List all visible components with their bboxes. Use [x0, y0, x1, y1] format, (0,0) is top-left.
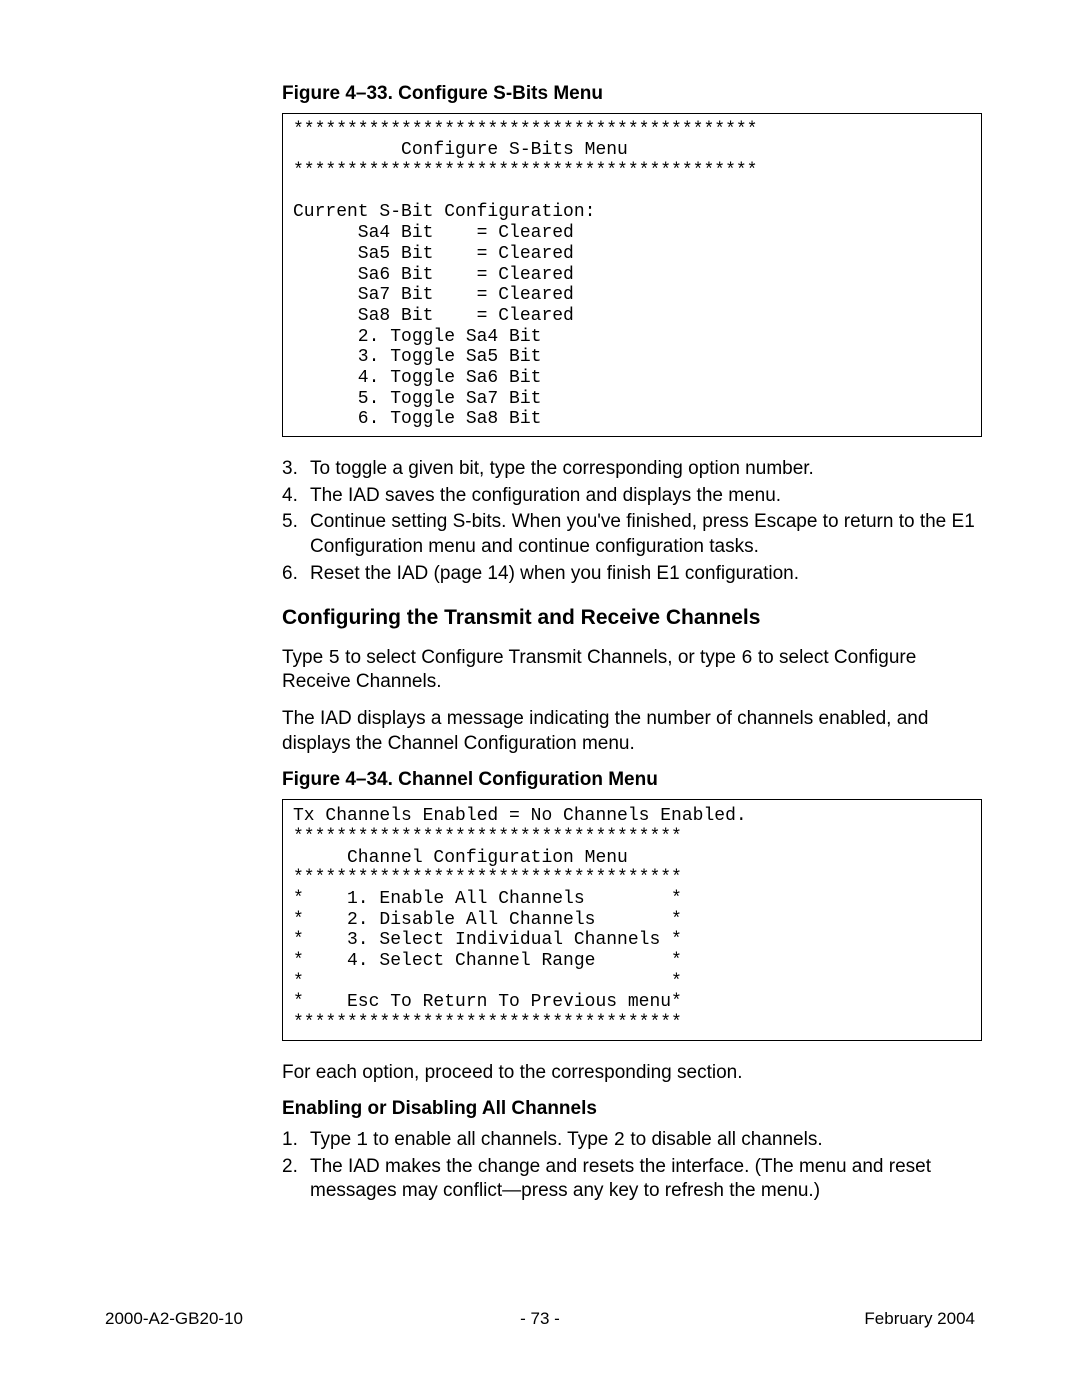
text: Type — [310, 1129, 356, 1150]
inline-code: 6 — [741, 647, 752, 669]
paragraph: For each option, proceed to the correspo… — [282, 1061, 982, 1086]
inline-code: 2 — [614, 1129, 625, 1151]
step-number: 5. — [282, 510, 310, 559]
text: Type — [282, 647, 328, 668]
section-heading: Configuring the Transmit and Receive Cha… — [282, 604, 982, 631]
sub-heading: Enabling or Disabling All Channels — [282, 1097, 982, 1122]
step-number: 2. — [282, 1155, 310, 1204]
step-number: 3. — [282, 457, 310, 482]
step-text: To toggle a given bit, type the correspo… — [310, 457, 814, 482]
steps-list-b: 1. Type 1 to enable all channels. Type 2… — [282, 1128, 982, 1204]
main-content: Figure 4–33. Configure S-Bits Menu *****… — [282, 82, 982, 1222]
step-text: The IAD saves the configuration and disp… — [310, 484, 781, 509]
paragraph: The IAD displays a message indicating th… — [282, 707, 982, 756]
footer-doc-id: 2000-A2-GB20-10 — [105, 1309, 243, 1329]
steps-list-a: 3. To toggle a given bit, type the corre… — [282, 457, 982, 586]
footer-date: February 2004 — [864, 1309, 975, 1329]
step-number: 1. — [282, 1128, 310, 1153]
step-number: 6. — [282, 562, 310, 587]
inline-code: 1 — [356, 1129, 367, 1151]
list-item: 1. Type 1 to enable all channels. Type 2… — [282, 1128, 982, 1153]
figure-33-code: ****************************************… — [282, 113, 982, 437]
list-item: 5. Continue setting S-bits. When you've … — [282, 510, 982, 559]
list-item: 4. The IAD saves the configuration and d… — [282, 484, 982, 509]
text: to select Configure Transmit Channels, o… — [340, 647, 741, 668]
page: Figure 4–33. Configure S-Bits Menu *****… — [0, 0, 1080, 1397]
step-text: Type 1 to enable all channels. Type 2 to… — [310, 1128, 823, 1153]
figure-33-caption: Figure 4–33. Configure S-Bits Menu — [282, 82, 982, 107]
text: to enable all channels. Type — [368, 1129, 614, 1150]
step-text: Reset the IAD (page 14) when you finish … — [310, 562, 799, 587]
paragraph: Type 5 to select Configure Transmit Chan… — [282, 646, 982, 695]
text: to disable all channels. — [625, 1129, 823, 1150]
figure-34-code: Tx Channels Enabled = No Channels Enable… — [282, 799, 982, 1041]
page-footer: 2000-A2-GB20-10 - 73 - February 2004 — [105, 1309, 975, 1329]
list-item: 6. Reset the IAD (page 14) when you fini… — [282, 562, 982, 587]
list-item: 3. To toggle a given bit, type the corre… — [282, 457, 982, 482]
step-text: The IAD makes the change and resets the … — [310, 1155, 982, 1204]
step-number: 4. — [282, 484, 310, 509]
step-text: Continue setting S-bits. When you've fin… — [310, 510, 982, 559]
list-item: 2. The IAD makes the change and resets t… — [282, 1155, 982, 1204]
inline-code: 5 — [328, 647, 339, 669]
figure-34-caption: Figure 4–34. Channel Configuration Menu — [282, 768, 982, 793]
